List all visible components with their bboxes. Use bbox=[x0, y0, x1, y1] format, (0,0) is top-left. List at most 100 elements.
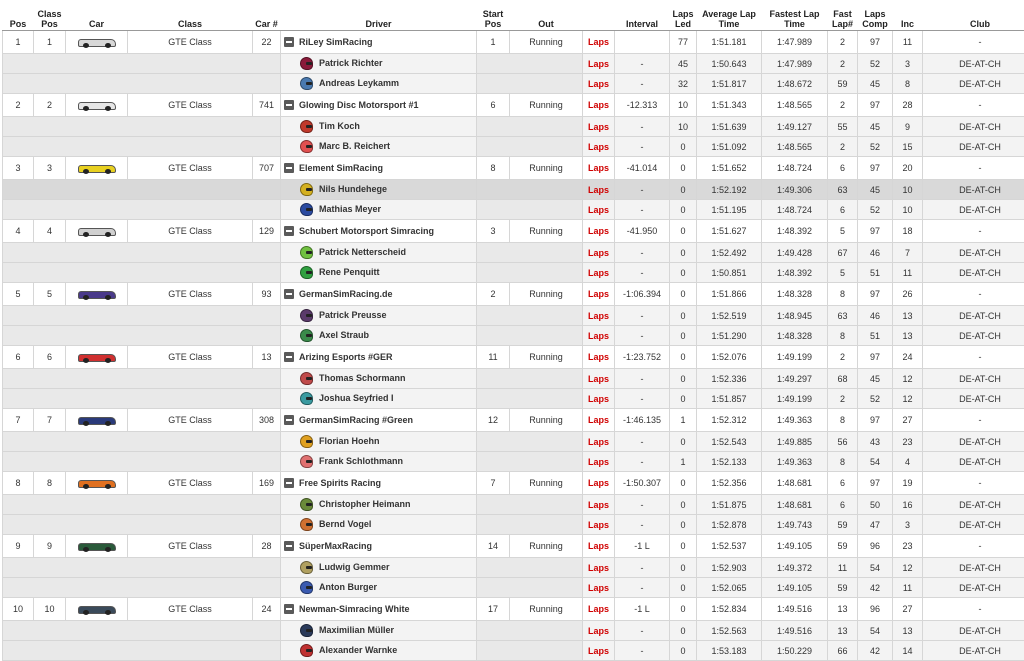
driver-name-cell[interactable]: Patrick Preusse bbox=[281, 306, 477, 326]
collapse-icon[interactable] bbox=[284, 352, 294, 362]
team-name-cell[interactable]: GermanSimRacing #Green bbox=[281, 409, 477, 432]
driver-name-cell[interactable]: Frank Schlothmann bbox=[281, 452, 477, 472]
collapse-icon[interactable] bbox=[284, 604, 294, 614]
driver-row[interactable]: Axel StraubLaps-01:51.2901:48.32885113DE… bbox=[3, 326, 1024, 346]
laps-link[interactable]: Laps bbox=[583, 369, 615, 389]
team-name-cell[interactable]: SüperMaxRacing bbox=[281, 535, 477, 558]
col-header-class-pos[interactable]: Class Pos bbox=[34, 0, 66, 31]
laps-link[interactable]: Laps bbox=[583, 31, 615, 54]
driver-name-cell[interactable]: Marc B. Reichert bbox=[281, 137, 477, 157]
driver-row[interactable]: Ludwig GemmerLaps-01:52.9031:49.37211541… bbox=[3, 558, 1024, 578]
team-row[interactable]: 22GTE Class741Glowing Disc Motorsport #1… bbox=[3, 94, 1024, 117]
col-header-average-lap[interactable]: Average Lap Time bbox=[697, 0, 762, 31]
driver-row[interactable]: Thomas SchormannLaps-01:52.3361:49.29768… bbox=[3, 369, 1024, 389]
driver-row[interactable]: Joshua Seyfried ILaps-01:51.8571:49.1992… bbox=[3, 389, 1024, 409]
team-name-cell[interactable]: GermanSimRacing.de bbox=[281, 283, 477, 306]
driver-row[interactable]: Bernd VogelLaps-01:52.8781:49.74359473DE… bbox=[3, 515, 1024, 535]
driver-row[interactable]: Andreas LeykammLaps-321:51.8171:48.67259… bbox=[3, 74, 1024, 94]
driver-name-cell[interactable]: Thomas Schormann bbox=[281, 369, 477, 389]
collapse-icon[interactable] bbox=[284, 37, 294, 47]
team-row[interactable]: 44GTE Class129Schubert Motorsport Simrac… bbox=[3, 220, 1024, 243]
collapse-icon[interactable] bbox=[284, 541, 294, 551]
laps-link[interactable]: Laps bbox=[583, 200, 615, 220]
team-row[interactable]: 88GTE Class169Free Spirits Racing7Runnin… bbox=[3, 472, 1024, 495]
team-name-cell[interactable]: Free Spirits Racing bbox=[281, 472, 477, 495]
col-header-out[interactable]: Out bbox=[510, 0, 583, 31]
laps-link[interactable]: Laps bbox=[583, 621, 615, 641]
driver-row[interactable]: Nils HundehegeLaps-01:52.1921:49.3066345… bbox=[3, 180, 1024, 200]
driver-row[interactable]: Anton BurgerLaps-01:52.0651:49.105594211… bbox=[3, 578, 1024, 598]
col-header-car-number[interactable]: Car # bbox=[253, 0, 281, 31]
driver-name-cell[interactable]: Anton Burger bbox=[281, 578, 477, 598]
col-header-car[interactable]: Car bbox=[66, 0, 128, 31]
driver-row[interactable]: Maximilian MüllerLaps-01:52.5631:49.5161… bbox=[3, 621, 1024, 641]
collapse-icon[interactable] bbox=[284, 478, 294, 488]
driver-row[interactable]: Patrick PreusseLaps-01:52.5191:48.945634… bbox=[3, 306, 1024, 326]
team-name-cell[interactable]: RiLey SimRacing bbox=[281, 31, 477, 54]
col-header-interval[interactable]: Interval bbox=[615, 0, 670, 31]
team-row[interactable]: 1010GTE Class24Newman-Simracing White17R… bbox=[3, 598, 1024, 621]
driver-name-cell[interactable]: Bernd Vogel bbox=[281, 515, 477, 535]
driver-row[interactable]: Tim KochLaps-101:51.6391:49.12755459DE-A… bbox=[3, 117, 1024, 137]
laps-link[interactable]: Laps bbox=[583, 346, 615, 369]
laps-link[interactable]: Laps bbox=[583, 515, 615, 535]
col-header-laps-led[interactable]: Laps Led bbox=[670, 0, 697, 31]
driver-name-cell[interactable]: Tim Koch bbox=[281, 117, 477, 137]
laps-link[interactable]: Laps bbox=[583, 558, 615, 578]
laps-link[interactable]: Laps bbox=[583, 117, 615, 137]
driver-name-cell[interactable]: Ludwig Gemmer bbox=[281, 558, 477, 578]
collapse-icon[interactable] bbox=[284, 100, 294, 110]
team-name-cell[interactable]: Schubert Motorsport Simracing bbox=[281, 220, 477, 243]
laps-link[interactable]: Laps bbox=[583, 306, 615, 326]
team-name-cell[interactable]: Newman-Simracing White bbox=[281, 598, 477, 621]
laps-link[interactable]: Laps bbox=[583, 283, 615, 306]
laps-link[interactable]: Laps bbox=[583, 220, 615, 243]
col-header-inc[interactable]: Inc bbox=[893, 0, 923, 31]
driver-name-cell[interactable]: Mathias Meyer bbox=[281, 200, 477, 220]
laps-link[interactable]: Laps bbox=[583, 389, 615, 409]
laps-link[interactable]: Laps bbox=[583, 409, 615, 432]
driver-row[interactable]: Alexander WarnkeLaps-01:53.1831:50.22966… bbox=[3, 641, 1024, 661]
driver-row[interactable]: Frank SchlothmannLaps-11:52.1331:49.3638… bbox=[3, 452, 1024, 472]
laps-link[interactable]: Laps bbox=[583, 157, 615, 180]
driver-name-cell[interactable]: Joshua Seyfried I bbox=[281, 389, 477, 409]
laps-link[interactable]: Laps bbox=[583, 74, 615, 94]
laps-link[interactable]: Laps bbox=[583, 452, 615, 472]
driver-name-cell[interactable]: Rene Penquitt bbox=[281, 263, 477, 283]
driver-name-cell[interactable]: Patrick Richter bbox=[281, 54, 477, 74]
collapse-icon[interactable] bbox=[284, 163, 294, 173]
driver-name-cell[interactable]: Andreas Leykamm bbox=[281, 74, 477, 94]
col-header-driver[interactable]: Driver bbox=[281, 0, 477, 31]
driver-name-cell[interactable]: Christopher Heimann bbox=[281, 495, 477, 515]
col-header-start-pos[interactable]: Start Pos bbox=[477, 0, 510, 31]
collapse-icon[interactable] bbox=[284, 226, 294, 236]
collapse-icon[interactable] bbox=[284, 415, 294, 425]
col-header-class[interactable]: Class bbox=[128, 0, 253, 31]
laps-link[interactable]: Laps bbox=[583, 54, 615, 74]
team-row[interactable]: 77GTE Class308GermanSimRacing #Green12Ru… bbox=[3, 409, 1024, 432]
team-row[interactable]: 55GTE Class93GermanSimRacing.de2RunningL… bbox=[3, 283, 1024, 306]
col-header-pos[interactable]: Pos bbox=[3, 0, 34, 31]
team-row[interactable]: 99GTE Class28SüperMaxRacing14RunningLaps… bbox=[3, 535, 1024, 558]
team-name-cell[interactable]: Glowing Disc Motorsport #1 bbox=[281, 94, 477, 117]
col-header-club[interactable]: Club bbox=[923, 0, 1024, 31]
laps-link[interactable]: Laps bbox=[583, 326, 615, 346]
laps-link[interactable]: Laps bbox=[583, 263, 615, 283]
laps-link[interactable]: Laps bbox=[583, 578, 615, 598]
laps-link[interactable]: Laps bbox=[583, 641, 615, 661]
col-header-fast-lap-num[interactable]: Fast Lap# bbox=[828, 0, 858, 31]
driver-name-cell[interactable]: Patrick Netterscheid bbox=[281, 243, 477, 263]
driver-name-cell[interactable]: Nils Hundehege bbox=[281, 180, 477, 200]
laps-link[interactable]: Laps bbox=[583, 243, 615, 263]
laps-link[interactable]: Laps bbox=[583, 535, 615, 558]
team-name-cell[interactable]: Element SimRacing bbox=[281, 157, 477, 180]
driver-row[interactable]: Christopher HeimannLaps-01:51.8751:48.68… bbox=[3, 495, 1024, 515]
driver-name-cell[interactable]: Maximilian Müller bbox=[281, 621, 477, 641]
laps-link[interactable]: Laps bbox=[583, 432, 615, 452]
laps-link[interactable]: Laps bbox=[583, 598, 615, 621]
team-name-cell[interactable]: Arizing Esports #GER bbox=[281, 346, 477, 369]
driver-name-cell[interactable]: Florian Hoehn bbox=[281, 432, 477, 452]
team-row[interactable]: 33GTE Class707Element SimRacing8RunningL… bbox=[3, 157, 1024, 180]
laps-link[interactable]: Laps bbox=[583, 94, 615, 117]
team-row[interactable]: 11GTE Class22RiLey SimRacing1RunningLaps… bbox=[3, 31, 1024, 54]
